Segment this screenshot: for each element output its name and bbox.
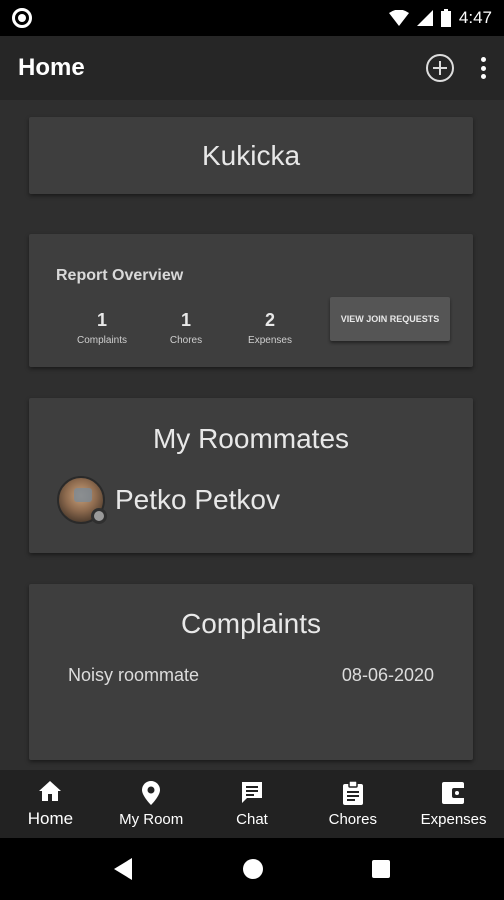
stat-expenses: 2 Expenses <box>230 310 310 346</box>
location-pin-icon <box>138 780 164 805</box>
nav-label-chores: Chores <box>328 810 377 828</box>
nav-label-my-room: My Room <box>119 810 184 828</box>
home-icon <box>37 779 63 803</box>
status-indicators: 4:47 <box>388 8 492 28</box>
home-circle-icon[interactable] <box>242 858 264 880</box>
room-name: Kukicka <box>201 139 301 171</box>
roommate-name: Petko Petkov <box>115 484 280 515</box>
stat-value: 1 <box>96 310 107 330</box>
presence-status-icon <box>91 508 107 524</box>
nav-label-expenses: Expenses <box>420 810 487 828</box>
nav-item-expenses[interactable]: Expenses <box>403 770 504 838</box>
system-navigation-bar <box>0 838 504 900</box>
clipboard-icon <box>340 780 366 805</box>
app-bar: Home <box>0 36 504 100</box>
signal-icon <box>416 10 433 26</box>
view-join-requests-button[interactable]: VIEW JOIN REQUESTS <box>330 297 450 341</box>
stat-value: 1 <box>180 310 191 330</box>
main-content[interactable]: Kukicka Report Overview 1 Complaints 1 C… <box>0 100 504 770</box>
nav-label-home: Home <box>27 809 74 828</box>
complaint-date: 08-06-2020 <box>341 665 434 685</box>
bottom-navigation: Home My Room Chat Chores Expenses <box>0 770 504 838</box>
add-circle-icon[interactable] <box>426 54 454 82</box>
room-card[interactable]: Kukicka <box>29 117 473 194</box>
roommates-title: My Roommates <box>152 423 350 454</box>
complaints-title: Complaints <box>180 608 322 639</box>
complaint-title: Noisy roommate <box>68 665 200 685</box>
recents-icon[interactable] <box>372 860 390 878</box>
nav-item-home[interactable]: Home <box>0 770 101 838</box>
back-icon[interactable] <box>114 858 134 880</box>
report-overview-title: Report Overview <box>56 267 184 284</box>
battery-icon <box>440 9 451 27</box>
status-bar: 4:47 <box>0 0 504 36</box>
notification-icon <box>12 8 32 28</box>
avatar <box>57 476 107 524</box>
wifi-icon <box>388 10 409 26</box>
status-time: 4:47 <box>458 8 492 27</box>
roommate-item[interactable]: Petko Petkov <box>57 476 280 524</box>
complaint-item[interactable]: Noisy roommate 08-06-2020 <box>68 665 434 686</box>
stat-label: Complaints <box>76 335 128 346</box>
nav-label-chat: Chat <box>236 810 268 828</box>
chat-icon <box>239 781 265 805</box>
page-title: Home <box>18 54 85 81</box>
stat-label: Expenses <box>248 335 292 346</box>
stat-complaints: 1 Complaints <box>62 310 142 346</box>
report-overview-card: Report Overview 1 Complaints 1 Chores 2 … <box>29 234 473 367</box>
nav-item-chat[interactable]: Chat <box>202 770 303 838</box>
roommates-card: My Roommates Petko Petkov <box>29 398 473 553</box>
wallet-icon <box>441 781 467 805</box>
more-vert-icon[interactable] <box>480 57 486 79</box>
complaints-card: Complaints Noisy roommate 08-06-2020 <box>29 584 473 760</box>
stat-value: 2 <box>264 310 275 330</box>
stat-label: Chores <box>169 335 203 346</box>
nav-item-my-room[interactable]: My Room <box>101 770 202 838</box>
nav-item-chores[interactable]: Chores <box>302 770 403 838</box>
stat-chores: 1 Chores <box>146 310 226 346</box>
